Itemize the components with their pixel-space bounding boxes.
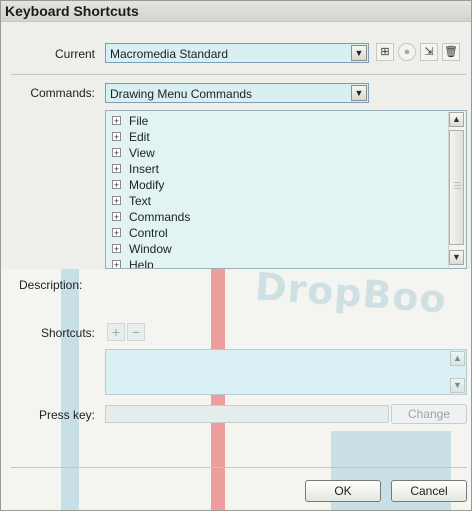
commands-value: Drawing Menu Commands: [110, 87, 253, 101]
chevron-down-icon[interactable]: ▼: [351, 85, 367, 101]
vertical-scrollbar[interactable]: ▲ — — — ▼: [448, 112, 465, 267]
tree-item-label: Modify: [129, 178, 165, 192]
tree-item-label: Control: [129, 226, 168, 240]
title-bar[interactable]: Keyboard Shortcuts: [1, 1, 471, 22]
expand-icon[interactable]: +: [112, 228, 121, 238]
tree-item-label: File: [129, 114, 149, 128]
divider: [11, 74, 466, 75]
description-label: Description:: [19, 278, 83, 292]
current-label: Current: [54, 47, 95, 61]
dialog-title: Keyboard Shortcuts: [5, 3, 139, 19]
change-button[interactable]: Change: [391, 404, 467, 424]
expand-icon[interactable]: +: [112, 244, 121, 254]
delete-set-icon[interactable]: 🗑: [442, 43, 460, 61]
commands-select[interactable]: Drawing Menu Commands ▼: [105, 83, 369, 103]
scroll-up-icon[interactable]: ▲: [449, 112, 464, 127]
commands-label: Commands:: [30, 86, 95, 100]
tree-item-label: Edit: [129, 130, 150, 144]
press-key-label: Press key:: [38, 408, 95, 422]
press-key-input[interactable]: [105, 405, 389, 423]
scroll-down-icon[interactable]: ▼: [449, 250, 464, 265]
keyboard-shortcuts-dialog: Keyboard Shortcuts Current Macromedia St…: [0, 0, 472, 511]
tree-item-text[interactable]: + Text: [112, 193, 151, 209]
tree-item-edit[interactable]: + Edit: [112, 129, 150, 145]
command-tree[interactable]: + File + Edit + View + Insert + Modify + Text …: [105, 110, 467, 269]
watermark-stripe: [61, 269, 79, 510]
export-html-icon[interactable]: ⇲: [420, 43, 438, 61]
tree-item-control[interactable]: + Control: [112, 225, 168, 241]
tree-item-label: Commands: [129, 210, 191, 224]
duplicate-set-icon[interactable]: ⊞: [376, 43, 394, 61]
current-set-select[interactable]: Macromedia Standard ▼: [105, 43, 369, 63]
chevron-down-icon[interactable]: ▼: [351, 45, 367, 61]
shortcuts-label: Shortcuts:: [40, 326, 95, 340]
add-shortcut-button[interactable]: +: [107, 323, 125, 341]
scroll-down-icon[interactable]: ▼: [450, 378, 465, 393]
rename-set-icon[interactable]: ●: [398, 43, 416, 61]
tree-item-label: Help: [129, 258, 154, 269]
tree-item-modify[interactable]: + Modify: [112, 177, 164, 193]
expand-icon[interactable]: +: [112, 116, 121, 126]
divider: [11, 467, 467, 468]
tree-item-file[interactable]: + File: [112, 113, 148, 129]
cancel-button[interactable]: Cancel: [391, 480, 467, 502]
remove-shortcut-button[interactable]: −: [127, 323, 145, 341]
tree-item-label: View: [129, 146, 155, 160]
expand-icon[interactable]: +: [112, 212, 121, 222]
tree-item-window[interactable]: + Window: [112, 241, 172, 257]
expand-icon[interactable]: +: [112, 260, 121, 268]
tree-item-label: Insert: [129, 162, 160, 176]
expand-icon[interactable]: +: [112, 164, 121, 174]
expand-icon[interactable]: +: [112, 132, 121, 142]
scroll-thumb[interactable]: — — —: [449, 130, 464, 245]
expand-icon[interactable]: +: [112, 180, 121, 190]
scroll-up-icon[interactable]: ▲: [450, 351, 465, 366]
tree-item-help[interactable]: + Help: [112, 257, 154, 269]
tree-item-label: Window: [129, 242, 172, 256]
grip-icon: — — —: [454, 179, 461, 192]
tree-item-commands[interactable]: + Commands: [112, 209, 190, 225]
ok-button[interactable]: OK: [305, 480, 381, 502]
current-set-value: Macromedia Standard: [110, 47, 229, 61]
shortcuts-list[interactable]: ▲ ▼: [105, 349, 467, 395]
expand-icon[interactable]: +: [112, 148, 121, 158]
tree-item-view[interactable]: + View: [112, 145, 155, 161]
tree-item-insert[interactable]: + Insert: [112, 161, 159, 177]
tree-item-label: Text: [129, 194, 152, 208]
expand-icon[interactable]: +: [112, 196, 121, 206]
